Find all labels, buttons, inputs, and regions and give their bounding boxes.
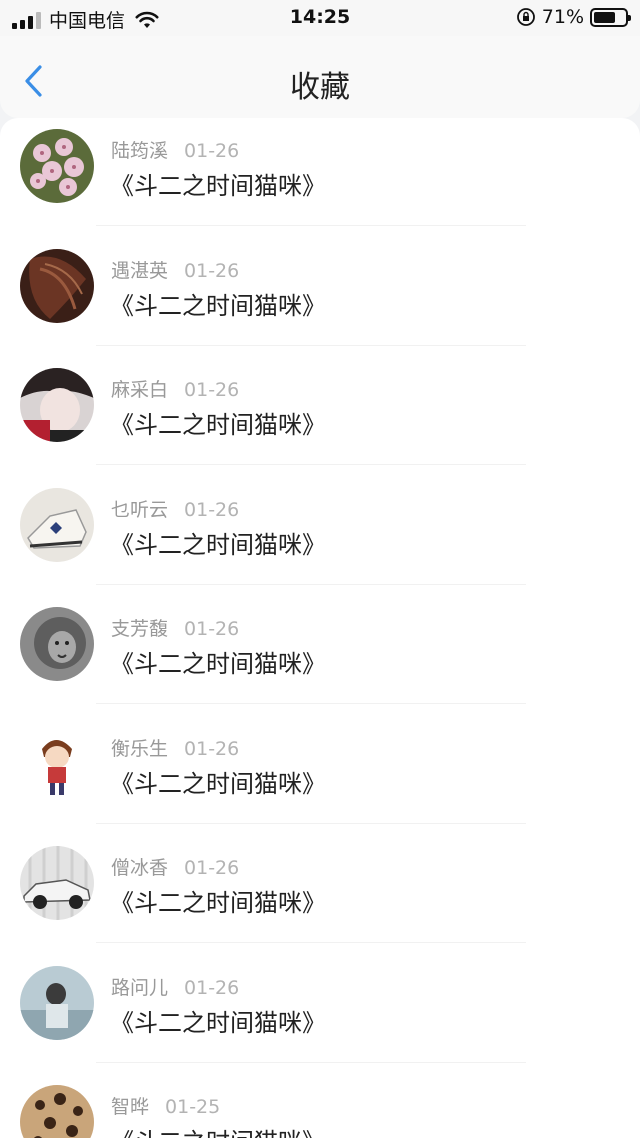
item-author: 陆筠溪 <box>111 140 169 162</box>
list-item[interactable]: 麻采白 01-26 《斗二之时间猫咪》 <box>0 357 640 476</box>
divider <box>96 225 526 226</box>
item-meta: 麻采白 01-26 <box>111 375 239 402</box>
item-date: 01-26 <box>184 498 240 521</box>
divider <box>96 942 526 943</box>
battery-percent: 71% <box>541 6 584 28</box>
favorites-list: 陆筠溪 01-26 《斗二之时间猫咪》 遇湛英 01-26 《斗二之时间猫咪》 麻采白 01-… <box>0 118 640 1138</box>
battery-icon <box>590 7 631 27</box>
list-item[interactable]: 支芳馥 01-26 《斗二之时间猫咪》 <box>0 596 640 715</box>
item-author: 麻采白 <box>111 379 169 401</box>
item-meta: 乜听云 01-26 <box>111 495 239 522</box>
divider <box>96 703 526 704</box>
item-meta: 智晔 01-25 <box>111 1092 220 1119</box>
avatar[interactable] <box>20 129 94 203</box>
divider <box>96 344 526 346</box>
item-date: 01-26 <box>184 618 240 640</box>
item-author: 支芳馥 <box>111 618 169 640</box>
divider <box>96 583 526 585</box>
item-meta: 遇湛英 01-26 <box>111 256 239 283</box>
item-author: 智晔 <box>111 1096 150 1118</box>
item-title[interactable]: 《斗二之时间猫咪》 <box>110 644 326 679</box>
item-title[interactable]: 《斗二之时间猫咪》 <box>110 166 326 201</box>
item-title[interactable]: 《斗二之时间猫咪》 <box>110 405 326 440</box>
item-date: 01-26 <box>184 737 240 760</box>
item-author: 僧冰香 <box>111 857 169 879</box>
avatar[interactable] <box>20 487 94 562</box>
list-item[interactable]: 遇湛英 01-26 《斗二之时间猫咪》 <box>0 238 640 357</box>
item-title[interactable]: 《斗二之时间猫咪》 <box>110 1003 326 1038</box>
avatar[interactable] <box>20 726 94 801</box>
item-title[interactable]: 《斗二之时间猫咪》 <box>110 286 326 321</box>
avatar[interactable] <box>20 846 94 920</box>
avatar[interactable] <box>20 248 94 323</box>
orientation-lock-icon <box>516 8 535 26</box>
item-author: 遇湛英 <box>111 259 169 282</box>
divider <box>96 464 526 465</box>
nav-bar: 收藏 <box>0 36 640 118</box>
item-date: 01-26 <box>184 259 240 282</box>
page-title: 收藏 <box>290 70 350 105</box>
item-meta: 支芳馥 01-26 <box>111 614 239 641</box>
list-item[interactable]: 僧冰香 01-26 《斗二之时间猫咪》 <box>0 835 640 954</box>
item-title[interactable]: 《斗二之时间猫咪》 <box>110 883 326 918</box>
list-item[interactable]: 乜听云 01-26 《斗二之时间猫咪》 <box>0 477 640 596</box>
avatar[interactable] <box>20 607 94 681</box>
item-author: 乜听云 <box>111 498 169 521</box>
item-date: 01-26 <box>184 976 240 999</box>
item-date: 01-26 <box>184 857 240 879</box>
status-bar: 中国电信 14:25 71% <box>0 0 640 36</box>
list-item[interactable]: 智晔 01-25 《斗二之时间猫咪》 <box>0 1074 640 1138</box>
list-item[interactable]: 衡乐生 01-26 《斗二之时间猫咪》 <box>0 716 640 835</box>
item-meta: 陆筠溪 01-26 <box>111 136 239 163</box>
avatar[interactable] <box>20 965 94 1040</box>
item-author: 衡乐生 <box>111 737 169 760</box>
item-meta: 衡乐生 01-26 <box>111 734 239 761</box>
list-item[interactable]: 路问儿 01-26 《斗二之时间猫咪》 <box>0 955 640 1074</box>
item-date: 01-25 <box>165 1096 221 1118</box>
item-meta: 僧冰香 01-26 <box>111 853 239 880</box>
item-title[interactable]: 《斗二之时间猫咪》 <box>110 525 326 560</box>
item-author: 路问儿 <box>111 976 169 999</box>
item-meta: 路问儿 01-26 <box>111 973 239 1000</box>
item-date: 01-26 <box>184 140 240 162</box>
divider <box>96 822 526 824</box>
list-item[interactable]: 陆筠溪 01-26 《斗二之时间猫咪》 <box>0 118 640 237</box>
status-right: 71% <box>516 6 631 28</box>
avatar[interactable] <box>20 368 94 442</box>
item-title[interactable]: 《斗二之时间猫咪》 <box>110 764 326 799</box>
divider <box>96 1061 526 1063</box>
avatar[interactable] <box>20 1085 94 1138</box>
item-date: 01-26 <box>184 379 240 401</box>
battery-fill <box>594 11 616 23</box>
item-title[interactable]: 《斗二之时间猫咪》 <box>110 1122 326 1138</box>
